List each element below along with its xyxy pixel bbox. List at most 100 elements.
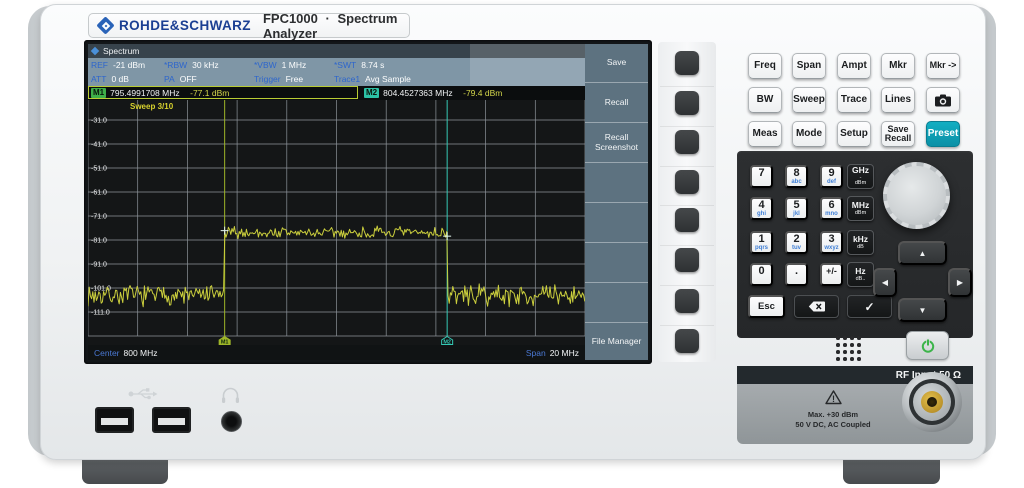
sweep-button[interactable]: Sweep	[792, 87, 826, 113]
softkey-button-8[interactable]	[675, 329, 699, 353]
rotary-knob[interactable]	[883, 162, 950, 229]
warning-triangle-icon: !	[825, 390, 842, 405]
arrow-down-icon: ▼	[919, 306, 927, 315]
bw-button[interactable]: BW	[748, 87, 782, 113]
key-6[interactable]: 6mno	[820, 197, 843, 220]
key-3[interactable]: 3wxyz	[820, 231, 843, 254]
marker-readout-m1: M1 795.4991708 MHz -77.1 dBm	[88, 86, 358, 99]
marker-readout-m2: M2 804.4527363 MHz -79.4 dBm	[362, 86, 585, 99]
softkey-file-manager[interactable]: File Manager	[585, 324, 648, 360]
sweep-counter: Sweep 3/10	[130, 102, 173, 111]
spectrum-tab-label: Spectrum	[103, 46, 139, 56]
key-9[interactable]: 9def	[820, 165, 843, 188]
arrow-down-button[interactable]: ▼	[898, 298, 947, 322]
backspace-icon	[808, 301, 826, 312]
softkey-button-1[interactable]	[675, 51, 699, 75]
softkey-button-2[interactable]	[675, 91, 699, 115]
setting-ref: REF-21 dBm	[91, 60, 145, 70]
arrow-up-button[interactable]: ▲	[898, 241, 947, 265]
fpc1000-spectrum-analyzer: ROHDE&SCHWARZ FPC1000 · Spectrum Analyze…	[0, 0, 1024, 488]
power-button[interactable]	[906, 331, 949, 360]
rf-warning: ! Max. +30 dBm 50 V DC, AC Coupled	[770, 390, 896, 430]
softkey-button-7[interactable]	[675, 289, 699, 313]
key-plus-minus[interactable]: +/-	[820, 263, 843, 286]
save-recall-button[interactable]: Save Recall	[881, 121, 915, 147]
power-icon	[920, 338, 936, 354]
softkey-recall[interactable]: Recall	[585, 84, 648, 123]
key-0[interactable]: 0	[750, 263, 773, 286]
meas-button[interactable]: Meas	[748, 121, 782, 147]
key-7[interactable]: 7	[750, 165, 773, 188]
marker2-chip: M2	[364, 88, 379, 98]
mkr-button[interactable]: Mkr	[881, 53, 915, 79]
marker1-frequency: 795.4991708 MHz	[110, 88, 190, 98]
preset-button[interactable]: Preset	[926, 121, 960, 147]
setting-vbw: *VBW1 MHz	[254, 60, 306, 70]
esc-button[interactable]: Esc	[748, 295, 785, 318]
spectrum-trace-svg: -31.0-41.0-51.0-61.0-71.0-81.0-91.0-101.…	[88, 100, 585, 345]
span-value: 20 MHz	[550, 348, 579, 358]
key-4[interactable]: 4ghi	[750, 197, 773, 220]
usb-port-1	[95, 407, 134, 433]
lcd-screen: Spectrum REF-21 dBm *RBW30 kHz *VBW1 MHz…	[88, 44, 648, 360]
lines-button[interactable]: Lines	[881, 87, 915, 113]
unit-hz-button[interactable]: HzdB..	[847, 262, 874, 287]
span-button[interactable]: Span	[792, 53, 826, 79]
key-decimal[interactable]: .	[785, 263, 808, 286]
softkey-blank-5	[585, 204, 648, 243]
softkey-button-5[interactable]	[675, 208, 699, 232]
rf-input-connector	[902, 372, 962, 432]
marker1-chip: M1	[91, 88, 106, 98]
key-5[interactable]: 5jkl	[785, 197, 808, 220]
setting-trigger: TriggerFree	[254, 74, 303, 84]
trace-button[interactable]: Trace	[837, 87, 871, 113]
arrow-right-icon: ▶	[957, 278, 963, 287]
softkey-save[interactable]: Save	[585, 44, 648, 83]
key-8[interactable]: 8abc	[785, 165, 808, 188]
setting-trace1: Trace1Avg Sample	[334, 74, 411, 84]
marker-readout-row: M1 795.4991708 MHz -77.1 dBm M2 804.4527…	[88, 86, 585, 100]
backspace-button[interactable]	[794, 295, 839, 318]
mkr-to-button[interactable]: Mkr ->	[926, 53, 960, 79]
marker2-frequency: 804.4527363 MHz	[383, 88, 463, 98]
setting-rbw: *RBW30 kHz	[164, 60, 219, 70]
svg-text:!: !	[832, 394, 835, 404]
model-title: FPC1000 · Spectrum Analyzer	[263, 11, 409, 41]
screenshot-button[interactable]	[926, 87, 960, 113]
marker2-level: -79.4 dBm	[463, 88, 502, 98]
softkey-button-4[interactable]	[675, 170, 699, 194]
svg-text:-91.0: -91.0	[91, 262, 107, 269]
usb-icon	[128, 386, 158, 401]
unit-khz-button[interactable]: kHzdB	[847, 230, 874, 255]
unit-ghz-button[interactable]: GHz-dBm	[847, 164, 874, 189]
arrow-right-button[interactable]: ▶	[948, 268, 972, 297]
unit-mhz-button[interactable]: MHzdBm	[847, 196, 874, 221]
enter-button[interactable]: ✓	[847, 295, 892, 318]
arrow-left-icon: ◀	[882, 278, 888, 287]
arrow-left-button[interactable]: ◀	[873, 268, 897, 297]
brand-plate: ROHDE&SCHWARZ FPC1000 · Spectrum Analyze…	[88, 13, 410, 38]
headphone-jack	[221, 411, 242, 432]
softkey-blank-6	[585, 244, 648, 283]
amplitude-menu-panel	[470, 44, 585, 86]
softkey-menu: Save Recall Recall Screenshot File Manag…	[585, 44, 648, 360]
setup-button[interactable]: Setup	[837, 121, 871, 147]
softkey-button-6[interactable]	[675, 248, 699, 272]
svg-text:-81.0: -81.0	[91, 238, 107, 245]
key-1[interactable]: 1pqrs	[750, 231, 773, 254]
softkey-recall-screenshot[interactable]: Recall Screenshot	[585, 124, 648, 163]
frequency-axis-bar: Center 800 MHz Span 20 MHz	[88, 345, 585, 360]
svg-text:-61.0: -61.0	[91, 190, 107, 197]
freq-button[interactable]: Freq	[748, 53, 782, 79]
softkey-button-3[interactable]	[675, 130, 699, 154]
arrow-up-icon: ▲	[919, 249, 927, 258]
mode-button[interactable]: Mode	[792, 121, 826, 147]
setting-att: ATT0 dB	[91, 74, 129, 84]
rohde-schwarz-logo-icon	[99, 19, 112, 32]
rf-warning-line2: 50 V DC, AC Coupled	[770, 420, 896, 430]
key-2[interactable]: 2tuv	[785, 231, 808, 254]
span-label: Span	[526, 348, 546, 358]
setting-swt: *SWT8.74 s	[334, 60, 384, 70]
ampt-button[interactable]: Ampt	[837, 53, 871, 79]
svg-text:-41.0: -41.0	[91, 142, 107, 149]
